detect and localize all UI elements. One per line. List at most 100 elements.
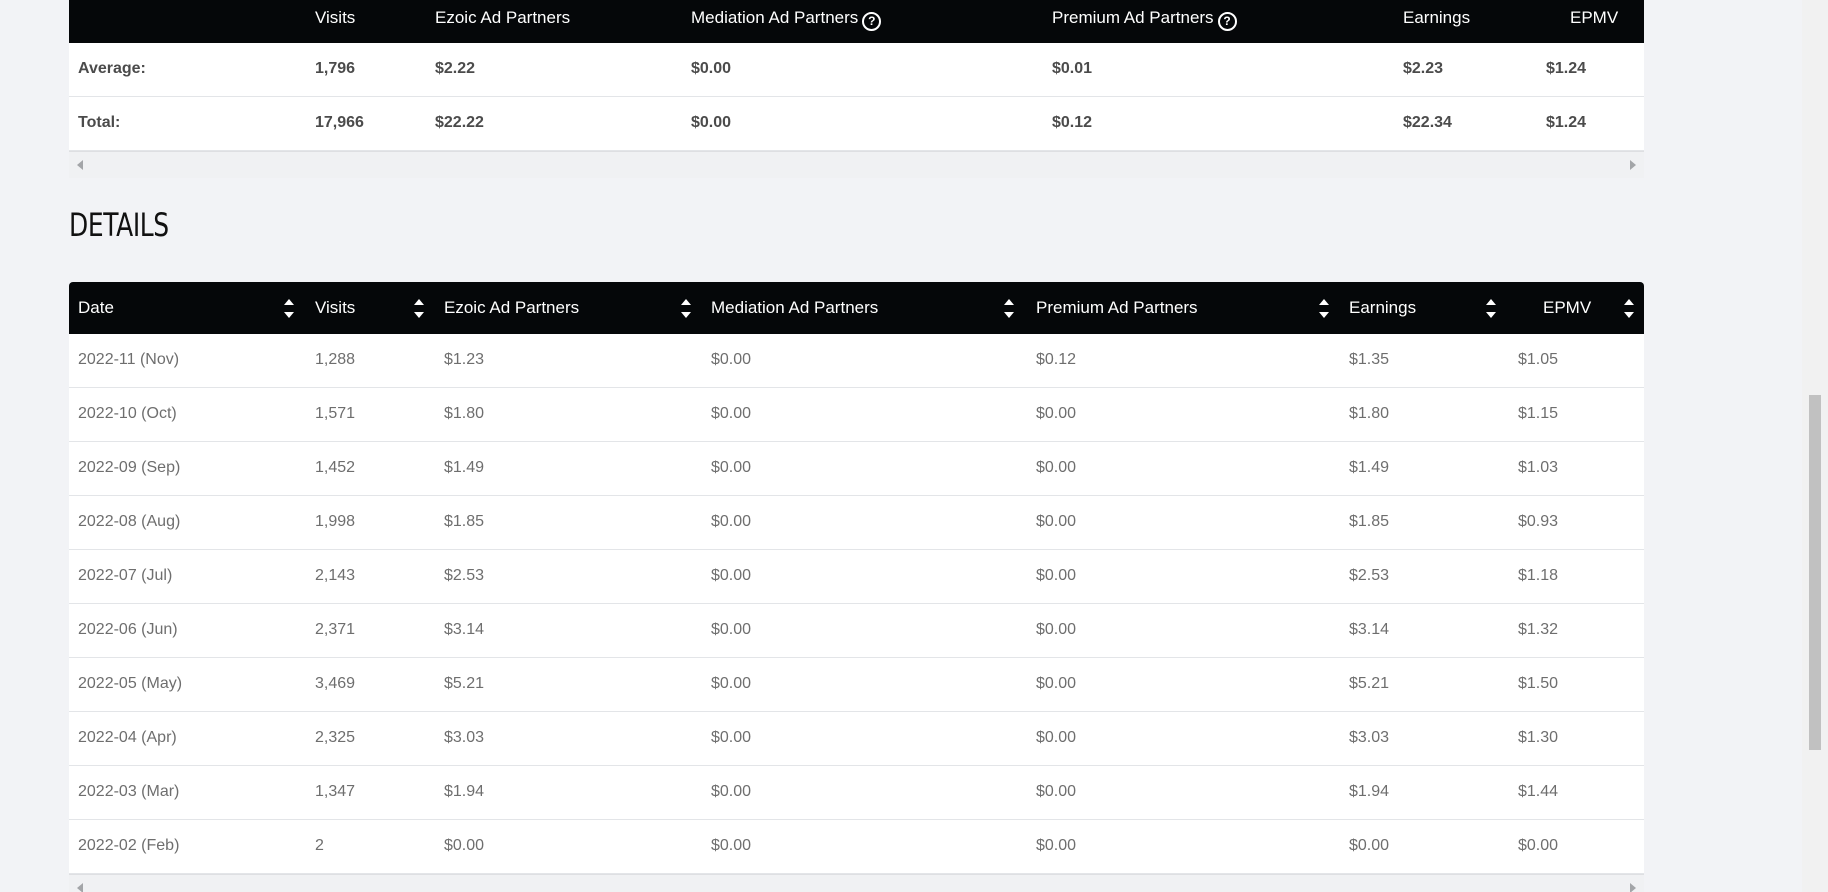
column-header-visits[interactable]: Visits xyxy=(315,298,355,318)
cell-earnings: $0.00 xyxy=(1349,837,1390,854)
cell-premium: $0.00 xyxy=(1036,621,1077,638)
sort-earnings-icon[interactable] xyxy=(1486,298,1496,320)
cell-visits: 1,998 xyxy=(315,513,356,530)
summary-cell-premium: $0.01 xyxy=(1052,60,1093,77)
sort-mediation-icon[interactable] xyxy=(1004,298,1014,320)
details-table: Date Visits Ezoic Ad Partners Mediation … xyxy=(69,282,1644,892)
cell-epmv: $1.18 xyxy=(1518,567,1559,584)
cell-visits: 2,325 xyxy=(315,729,356,746)
summary-header-premium: Premium Ad Partners? xyxy=(1052,8,1237,31)
cell-visits: 1,347 xyxy=(315,783,356,800)
cell-visits: 2,371 xyxy=(315,621,356,638)
cell-premium: $0.00 xyxy=(1036,459,1077,476)
cell-earnings: $1.35 xyxy=(1349,351,1390,368)
cell-premium: $0.00 xyxy=(1036,513,1077,530)
sort-epmv-icon[interactable] xyxy=(1624,298,1634,320)
help-icon[interactable]: ? xyxy=(862,12,882,31)
cell-premium: $0.00 xyxy=(1036,783,1077,800)
cell-mediation: $0.00 xyxy=(711,513,752,530)
summary-row-average: Average: 1,796 $2.22 $0.00 $0.01 $2.23 $… xyxy=(69,43,1644,97)
cell-date: 2022-06 (Jun) xyxy=(78,621,178,638)
help-icon[interactable]: ? xyxy=(1217,12,1237,31)
page: Visits Ezoic Ad Partners Mediation Ad Pa… xyxy=(0,0,1828,892)
cell-mediation: $0.00 xyxy=(711,729,752,746)
cell-epmv: $1.50 xyxy=(1518,675,1559,692)
cell-date: 2022-04 (Apr) xyxy=(78,729,177,746)
details-title: DETAILS xyxy=(69,206,169,244)
cell-mediation: $0.00 xyxy=(711,783,752,800)
cell-earnings: $5.21 xyxy=(1349,675,1390,692)
cell-epmv: $1.05 xyxy=(1518,351,1559,368)
details-table-header: Date Visits Ezoic Ad Partners Mediation … xyxy=(69,282,1644,334)
summary-horizontal-scrollbar[interactable] xyxy=(69,151,1644,178)
summary-cell-visits: 17,966 xyxy=(315,114,364,131)
table-row: 2022-11 (Nov) 1,288 $1.23 $0.00 $0.12 $1.35 $1… xyxy=(69,334,1644,388)
summary-cell-label: Total: xyxy=(78,114,121,131)
cell-date: 2022-05 (May) xyxy=(78,675,183,692)
sort-premium-icon[interactable] xyxy=(1319,298,1329,320)
cell-premium: $0.00 xyxy=(1036,837,1077,854)
cell-date: 2022-09 (Sep) xyxy=(78,459,181,476)
column-header-premium[interactable]: Premium Ad Partners xyxy=(1036,298,1198,318)
scroll-left-arrow-icon[interactable] xyxy=(77,883,83,892)
cell-ezoic: $5.21 xyxy=(444,675,485,692)
summary-header-mediation: Mediation Ad Partners? xyxy=(691,8,882,31)
cell-earnings: $1.49 xyxy=(1349,459,1390,476)
column-header-date[interactable]: Date xyxy=(78,298,114,318)
cell-premium: $0.12 xyxy=(1036,351,1077,368)
cell-visits: 2 xyxy=(315,837,324,854)
cell-ezoic: $0.00 xyxy=(444,837,485,854)
cell-mediation: $0.00 xyxy=(711,405,752,422)
cell-mediation: $0.00 xyxy=(711,675,752,692)
sort-ezoic-icon[interactable] xyxy=(681,298,691,320)
summary-cell-earnings: $2.23 xyxy=(1403,60,1444,77)
summary-cell-epmv: $1.24 xyxy=(1546,60,1587,77)
cell-visits: 3,469 xyxy=(315,675,356,692)
cell-mediation: $0.00 xyxy=(711,459,752,476)
table-row: 2022-02 (Feb) 2 $0.00 $0.00 $0.00 $0.00 $0.00 xyxy=(69,820,1644,874)
cell-ezoic: $1.80 xyxy=(444,405,485,422)
column-header-earnings[interactable]: Earnings xyxy=(1349,298,1416,318)
summary-cell-premium: $0.12 xyxy=(1052,114,1093,131)
summary-cell-ezoic: $22.22 xyxy=(435,114,484,131)
scroll-right-arrow-icon[interactable] xyxy=(1630,883,1636,892)
cell-ezoic: $1.23 xyxy=(444,351,485,368)
cell-ezoic: $2.53 xyxy=(444,567,485,584)
sort-date-icon[interactable] xyxy=(284,298,294,320)
details-table-body: 2022-11 (Nov) 1,288 $1.23 $0.00 $0.12 $1.35 $1… xyxy=(69,334,1644,874)
cell-ezoic: $1.85 xyxy=(444,513,485,530)
scrollbar-thumb[interactable] xyxy=(1809,395,1821,750)
cell-date: 2022-08 (Aug) xyxy=(78,513,181,530)
page-vertical-scrollbar[interactable] xyxy=(1802,0,1828,892)
cell-mediation: $0.00 xyxy=(711,837,752,854)
table-row: 2022-03 (Mar) 1,347 $1.94 $0.00 $0.00 $1.94 $1… xyxy=(69,766,1644,820)
cell-premium: $0.00 xyxy=(1036,675,1077,692)
summary-table-header: Visits Ezoic Ad Partners Mediation Ad Pa… xyxy=(69,0,1644,43)
summary-cell-mediation: $0.00 xyxy=(691,60,732,77)
column-header-epmv[interactable]: EPMV xyxy=(1543,298,1591,318)
cell-epmv: $1.30 xyxy=(1518,729,1559,746)
summary-table: Visits Ezoic Ad Partners Mediation Ad Pa… xyxy=(69,0,1644,178)
cell-mediation: $0.00 xyxy=(711,351,752,368)
cell-visits: 1,452 xyxy=(315,459,356,476)
cell-visits: 1,288 xyxy=(315,351,356,368)
summary-header-epmv: EPMV xyxy=(1570,8,1619,27)
cell-date: 2022-03 (Mar) xyxy=(78,783,180,800)
table-row: 2022-08 (Aug) 1,998 $1.85 $0.00 $0.00 $1.85 $0… xyxy=(69,496,1644,550)
column-header-ezoic[interactable]: Ezoic Ad Partners xyxy=(444,298,579,318)
cell-epmv: $0.00 xyxy=(1518,837,1559,854)
cell-earnings: $1.80 xyxy=(1349,405,1390,422)
details-horizontal-scrollbar[interactable] xyxy=(69,874,1644,892)
cell-epmv: $1.32 xyxy=(1518,621,1559,638)
sort-visits-icon[interactable] xyxy=(414,298,424,320)
table-row: 2022-10 (Oct) 1,571 $1.80 $0.00 $0.00 $1.80 $1… xyxy=(69,388,1644,442)
scroll-right-arrow-icon[interactable] xyxy=(1630,160,1636,170)
column-header-mediation[interactable]: Mediation Ad Partners xyxy=(711,298,878,318)
cell-earnings: $1.85 xyxy=(1349,513,1390,530)
scroll-left-arrow-icon[interactable] xyxy=(77,160,83,170)
summary-header-mediation-label: Mediation Ad Partners xyxy=(691,8,859,27)
cell-earnings: $3.14 xyxy=(1349,621,1390,638)
table-row: 2022-09 (Sep) 1,452 $1.49 $0.00 $0.00 $1.49 $1… xyxy=(69,442,1644,496)
cell-ezoic: $1.49 xyxy=(444,459,485,476)
summary-row-total: Total: 17,966 $22.22 $0.00 $0.12 $22.34 … xyxy=(69,97,1644,151)
